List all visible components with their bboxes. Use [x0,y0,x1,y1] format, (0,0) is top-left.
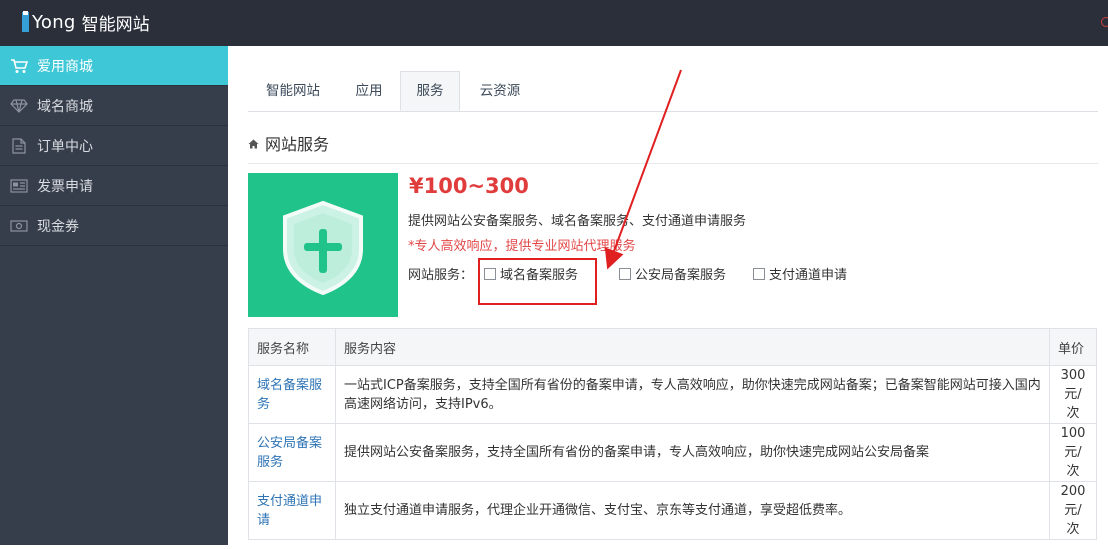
invoice-icon [10,178,28,194]
service-content: 独立支付通道申请服务，代理企业开通微信、支付宝、京东等支付通道，享受超低费率。 [335,481,1050,540]
table-row: 域名备案服务 一站式ICP备案服务，支持全国所有省份的备案申请，专人高效响应，助… [248,365,1097,424]
option-payment-channel[interactable]: 支付通道申请 [753,264,847,283]
sidebar-item-invoice[interactable]: 发票申请 [0,166,228,206]
option-label: 支付通道申请 [769,268,848,283]
corner-indicator-icon [1101,17,1108,27]
sidebar-item-label: 订单中心 [37,138,93,155]
sidebar-item-label: 域名商城 [37,98,93,115]
sidebar-item-label: 爱用商城 [37,58,93,75]
option-label: 域名备案服务 [500,268,579,283]
app-brand: Yong [32,11,76,33]
section-title: 网站服务 [265,135,330,154]
service-price: 300元/次 [1049,365,1097,424]
service-price: 200元/次 [1049,481,1097,540]
tab-apps[interactable]: 应用 [338,71,400,111]
tab-cloud-resources[interactable]: 云资源 [460,71,540,111]
option-domain-filing[interactable]: 域名备案服务 [484,264,578,283]
table-row: 支付通道申请 独立支付通道申请服务，代理企业开通微信、支付宝、京东等支付通道，享… [248,481,1097,540]
section-header: 网站服务 [248,131,1098,164]
option-police-filing[interactable]: 公安局备案服务 [619,264,726,283]
cart-icon [10,58,28,74]
checkbox[interactable] [619,267,631,280]
service-name-link[interactable]: 公安局备案服务 [248,423,336,482]
service-content: 提供网站公安备案服务，支持全国所有省份的备案申请，专人高效响应，助你快速完成网站… [335,423,1050,482]
sidebar-item-domain-mall[interactable]: 域名商城 [0,86,228,126]
service-content: 一站式ICP备案服务，支持全国所有省份的备案申请，专人高效响应，助你快速完成网站… [335,365,1050,424]
service-price: 100元/次 [1049,423,1097,482]
tab-smart-site[interactable]: 智能网站 [248,71,338,111]
document-icon [10,137,28,154]
product-image [248,173,398,317]
options-label: 网站服务： [408,268,474,283]
tab-bar: 智能网站 应用 服务 云资源 [248,71,1098,112]
column-header: 单价 [1049,328,1097,366]
checkbox[interactable] [484,267,496,280]
app-title: 智能网站 [81,14,150,35]
sidebar-item-label: 发票申请 [37,178,93,195]
sidebar: 爱用商城 域名商城 订单中心 发票申请 现金券 [0,46,228,545]
top-bar: Yong 智能网站 [0,0,1108,46]
option-label: 公安局备案服务 [635,268,727,283]
column-header: 服务内容 [335,328,1050,366]
logo-mark-icon [22,11,29,32]
table-row: 公安局备案服务 提供网站公安备案服务，支持全国所有省份的备案申请，专人高效响应，… [248,423,1097,482]
sidebar-item-label: 现金券 [37,218,79,235]
product-note: *专人高效响应，提供专业网站代理服务 [408,239,636,254]
product-price: ¥100~300 [409,174,529,198]
sidebar-item-mall[interactable]: 爱用商城 [0,46,228,86]
tab-services[interactable]: 服务 [400,71,460,111]
column-header: 服务名称 [248,328,336,366]
sidebar-item-coupon[interactable]: 现金券 [0,206,228,246]
service-table: 服务名称 服务内容 单价 域名备案服务 一站式ICP备案服务，支持全国所有省份的… [248,328,1097,540]
app-logo[interactable]: Yong 智能网站 [22,9,150,35]
coupon-icon [10,218,28,234]
home-icon [248,134,259,153]
service-name-link[interactable]: 域名备案服务 [248,365,336,424]
sidebar-item-orders[interactable]: 订单中心 [0,126,228,166]
diamond-icon [10,98,28,114]
product-description: 提供网站公安备案服务、域名备案服务、支付通道申请服务 [408,214,747,229]
checkbox[interactable] [753,267,765,280]
shield-icon [283,200,363,296]
service-name-link[interactable]: 支付通道申请 [248,481,336,540]
main-content: 智能网站 应用 服务 云资源 网站服务 ¥100~300 提供网站公安备案服务、… [228,46,1108,545]
table-header-row: 服务名称 服务内容 单价 [248,328,1097,366]
